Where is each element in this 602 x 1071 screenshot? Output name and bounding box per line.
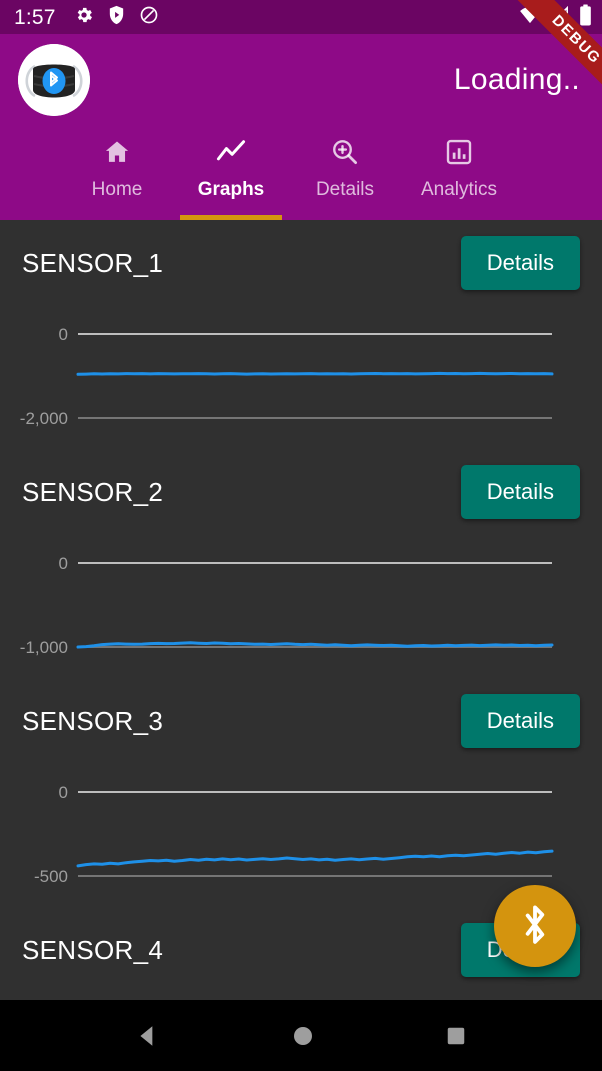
sensor-chart-svg: 0 -2,000	[20, 325, 554, 428]
magnifier-plus-icon	[330, 135, 360, 169]
sensor-header: SENSOR_1 Details	[0, 220, 602, 306]
sensor-title: SENSOR_3	[22, 705, 164, 736]
status-clock: 1:57	[14, 5, 56, 29]
gear-icon	[74, 5, 94, 30]
app-bar: Loading.. Home Graphs Details Analytics	[0, 34, 602, 220]
tab-home[interactable]: Home	[60, 126, 174, 220]
sensor-card: SENSOR_3 Details 0 -500	[0, 678, 602, 907]
sensor-chart[interactable]: 0 -2,000	[0, 306, 582, 446]
sensor-list[interactable]: SENSOR_1 Details 0 -2,000 SENSOR_2 Detail…	[0, 220, 602, 1000]
do-not-disturb-icon	[139, 5, 159, 30]
battery-full-icon	[579, 4, 592, 31]
sensor-title: SENSOR_4	[22, 934, 164, 965]
tab-home-label: Home	[91, 179, 143, 200]
wifi-icon	[519, 6, 541, 29]
sensor-title: SENSOR_1	[22, 247, 164, 278]
sensor-header: SENSOR_2 Details	[0, 449, 602, 535]
svg-text:0: 0	[59, 554, 68, 573]
face-mask-bluetooth-logo-icon	[18, 44, 90, 116]
signal-off-icon	[550, 5, 570, 29]
app-bar-top: Loading..	[0, 34, 602, 126]
home-circle-icon[interactable]	[291, 1024, 315, 1048]
svg-text:-2,000: -2,000	[20, 409, 68, 428]
home-icon	[102, 135, 132, 169]
tab-analytics[interactable]: Analytics	[402, 126, 516, 220]
line-chart-icon	[215, 135, 247, 169]
status-right-icons	[519, 4, 592, 31]
app-logo	[18, 44, 90, 116]
svg-text:0: 0	[59, 325, 68, 344]
tab-graphs[interactable]: Graphs	[174, 126, 288, 220]
sensor-card: SENSOR_1 Details 0 -2,000	[0, 220, 602, 449]
sensor-chart-svg: 0 -500	[34, 783, 554, 886]
sensor-chart-svg	[0, 993, 582, 1000]
recents-square-icon[interactable]	[445, 1025, 467, 1047]
sensor-header: SENSOR_3 Details	[0, 678, 602, 764]
sensor-chart-svg: 0 -1,000	[20, 554, 554, 657]
back-triangle-icon[interactable]	[135, 1023, 161, 1049]
details-button[interactable]: Details	[460, 236, 580, 290]
app-bar-title: Loading..	[453, 63, 580, 96]
details-button[interactable]: Details	[460, 694, 580, 748]
tab-analytics-label: Analytics	[420, 179, 498, 200]
svg-text:-500: -500	[34, 867, 68, 886]
status-bar: 1:57	[0, 0, 602, 34]
details-button[interactable]: Details	[460, 465, 580, 519]
tab-details-label: Details	[315, 179, 375, 200]
bluetooth-icon	[517, 903, 553, 950]
tab-details[interactable]: Details	[288, 126, 402, 220]
svg-text:-1,000: -1,000	[20, 638, 68, 657]
bar-chart-box-icon	[444, 135, 474, 169]
sensor-card: SENSOR_2 Details 0 -1,000	[0, 449, 602, 678]
shield-play-icon	[108, 5, 125, 30]
system-nav-bar	[0, 1000, 602, 1071]
tab-bar: Home Graphs Details Analytics	[0, 126, 602, 220]
status-left-icons	[74, 5, 159, 30]
app-root: 1:57 Loading.. Home Graphs Details Analy…	[0, 0, 602, 1071]
sensor-chart[interactable]: 0 -500	[0, 764, 582, 904]
sensor-chart[interactable]	[0, 993, 582, 1000]
sensor-title: SENSOR_2	[22, 476, 164, 507]
sensor-chart[interactable]: 0 -1,000	[0, 535, 582, 675]
tab-graphs-label: Graphs	[197, 179, 265, 200]
svg-text:0: 0	[59, 783, 68, 802]
bluetooth-fab-button[interactable]	[494, 885, 576, 967]
